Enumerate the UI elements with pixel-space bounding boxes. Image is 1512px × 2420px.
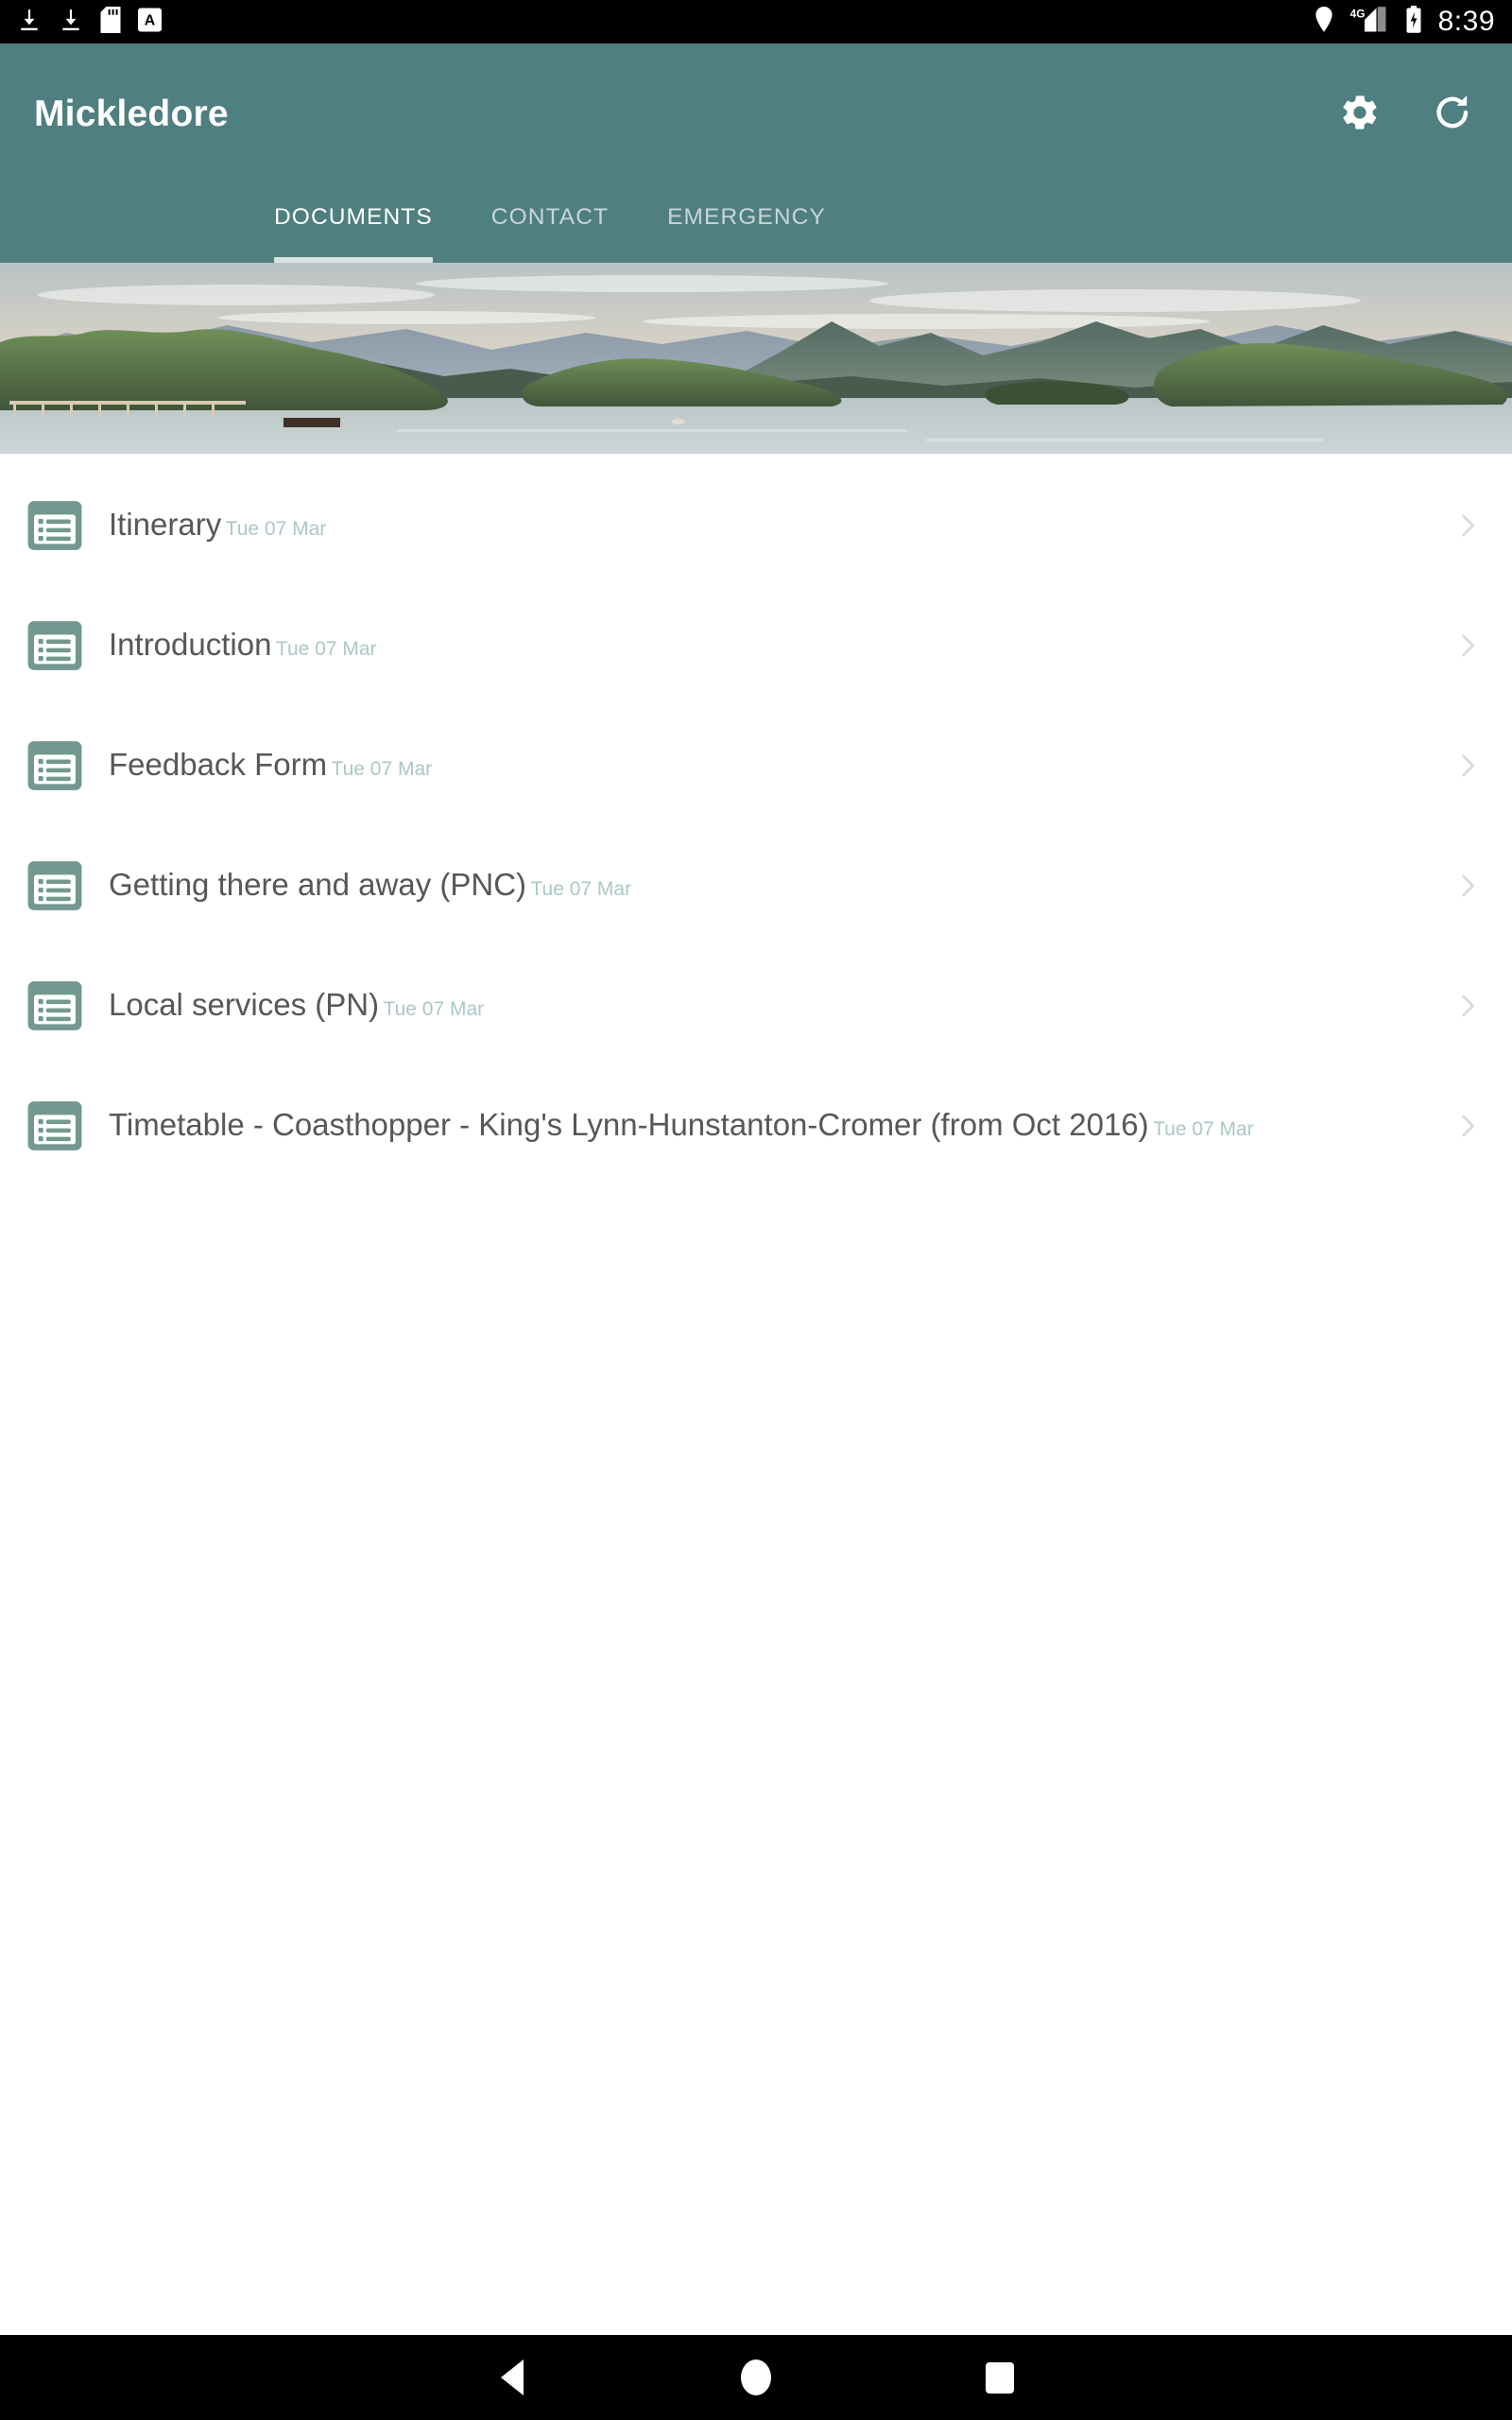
list-item-text: Itinerary Tue 07 Mar xyxy=(109,507,1438,544)
tab-bar: DOCUMENTS CONTACT EMERGENCY xyxy=(0,185,1512,263)
document-list-icon xyxy=(26,496,84,555)
list-item-title: Feedback Form xyxy=(109,747,328,783)
tab-emergency-label: EMERGENCY xyxy=(667,204,826,230)
system-navigation-bar xyxy=(0,2335,1512,2420)
list-item-text: Feedback Form Tue 07 Mar xyxy=(109,747,1438,784)
status-bar-clock: 8:39 xyxy=(1437,6,1495,37)
tab-contact[interactable]: CONTACT xyxy=(491,185,609,263)
download-icon xyxy=(59,7,83,38)
tab-emergency[interactable]: EMERGENCY xyxy=(667,185,826,263)
document-list-icon xyxy=(26,977,84,1035)
list-item-title: Itinerary xyxy=(109,507,222,543)
nav-back-button[interactable] xyxy=(390,2360,634,2395)
page-title: Mickledore xyxy=(34,94,229,134)
list-item-date: Tue 07 Mar xyxy=(331,758,433,781)
app-bar: Mickledore DOCUMENTS CONTACT EMERGENCY xyxy=(0,43,1512,263)
tab-documents[interactable]: DOCUMENTS xyxy=(274,185,433,263)
list-item-date: Tue 07 Mar xyxy=(383,998,485,1021)
settings-button[interactable] xyxy=(1334,89,1385,140)
document-list-icon xyxy=(26,616,84,675)
status-bar: A 4G 8:39 xyxy=(0,0,1512,43)
recents-square-icon xyxy=(986,2361,1014,2394)
list-item[interactable]: Local services (PN) Tue 07 Mar xyxy=(0,945,1512,1065)
list-item[interactable]: Timetable - Coasthopper - King's Lynn-Hu… xyxy=(0,1065,1512,1185)
back-triangle-icon xyxy=(501,2360,524,2395)
status-bar-right-icons: 4G 8:39 xyxy=(1314,5,1495,39)
nav-recents-button[interactable] xyxy=(878,2361,1122,2394)
hero-banner-image xyxy=(0,263,1512,454)
signal-bars-icon: 4G xyxy=(1349,6,1389,39)
refresh-icon xyxy=(1431,91,1474,139)
chevron-right-icon[interactable] xyxy=(1452,1110,1484,1142)
list-item-date: Tue 07 Mar xyxy=(225,518,327,541)
tab-contact-label: CONTACT xyxy=(490,204,610,230)
app-bar-top-row: Mickledore xyxy=(0,43,1512,185)
document-list-icon xyxy=(26,1097,84,1155)
status-bar-left-icons: A xyxy=(17,6,162,38)
tab-documents-label: DOCUMENTS xyxy=(274,204,433,230)
list-item-date: Tue 07 Mar xyxy=(275,638,377,661)
list-item-title: Local services (PN) xyxy=(109,987,380,1023)
chevron-right-icon[interactable] xyxy=(1452,630,1484,662)
sd-card-icon xyxy=(100,6,121,38)
list-item[interactable]: Introduction Tue 07 Mar xyxy=(0,585,1512,705)
refresh-button[interactable] xyxy=(1427,89,1478,140)
lake-landscape-illustration xyxy=(0,263,1512,454)
nav-home-button[interactable] xyxy=(634,2360,878,2395)
chevron-right-icon[interactable] xyxy=(1452,750,1484,782)
screenshot-a-icon: A xyxy=(138,7,162,38)
list-item[interactable]: Getting there and away (PNC) Tue 07 Mar xyxy=(0,825,1512,945)
svg-text:A: A xyxy=(145,12,156,28)
download-icon xyxy=(17,7,42,38)
list-item-title: Getting there and away (PNC) xyxy=(109,867,527,903)
list-item-text: Timetable - Coasthopper - King's Lynn-Hu… xyxy=(109,1107,1438,1144)
location-pin-icon xyxy=(1314,6,1334,38)
list-item[interactable]: Itinerary Tue 07 Mar xyxy=(0,465,1512,585)
app-bar-actions xyxy=(1334,89,1478,140)
app-screen: A 4G 8:39 Mickledore DOCUMENTS CONTACT E… xyxy=(0,0,1512,2420)
list-item-date: Tue 07 Mar xyxy=(530,878,632,901)
gear-icon xyxy=(1339,92,1381,138)
list-item-text: Getting there and away (PNC) Tue 07 Mar xyxy=(109,867,1438,904)
documents-list: Itinerary Tue 07 Mar Introduction Tue 07… xyxy=(0,454,1512,1185)
list-item-text: Local services (PN) Tue 07 Mar xyxy=(109,987,1438,1024)
chevron-right-icon[interactable] xyxy=(1452,870,1484,902)
document-list-icon xyxy=(26,856,84,915)
chevron-right-icon[interactable] xyxy=(1452,990,1484,1022)
home-circle-icon xyxy=(741,2360,771,2395)
svg-text:4G: 4G xyxy=(1349,7,1365,20)
document-list-icon xyxy=(26,736,84,795)
list-item-date: Tue 07 Mar xyxy=(1153,1118,1254,1141)
chevron-right-icon[interactable] xyxy=(1452,510,1484,542)
list-item-text: Introduction Tue 07 Mar xyxy=(109,627,1438,664)
battery-charging-icon xyxy=(1404,5,1423,39)
list-item-title: Timetable - Coasthopper - King's Lynn-Hu… xyxy=(109,1107,1149,1143)
list-item[interactable]: Feedback Form Tue 07 Mar xyxy=(0,705,1512,825)
list-item-title: Introduction xyxy=(109,627,272,663)
